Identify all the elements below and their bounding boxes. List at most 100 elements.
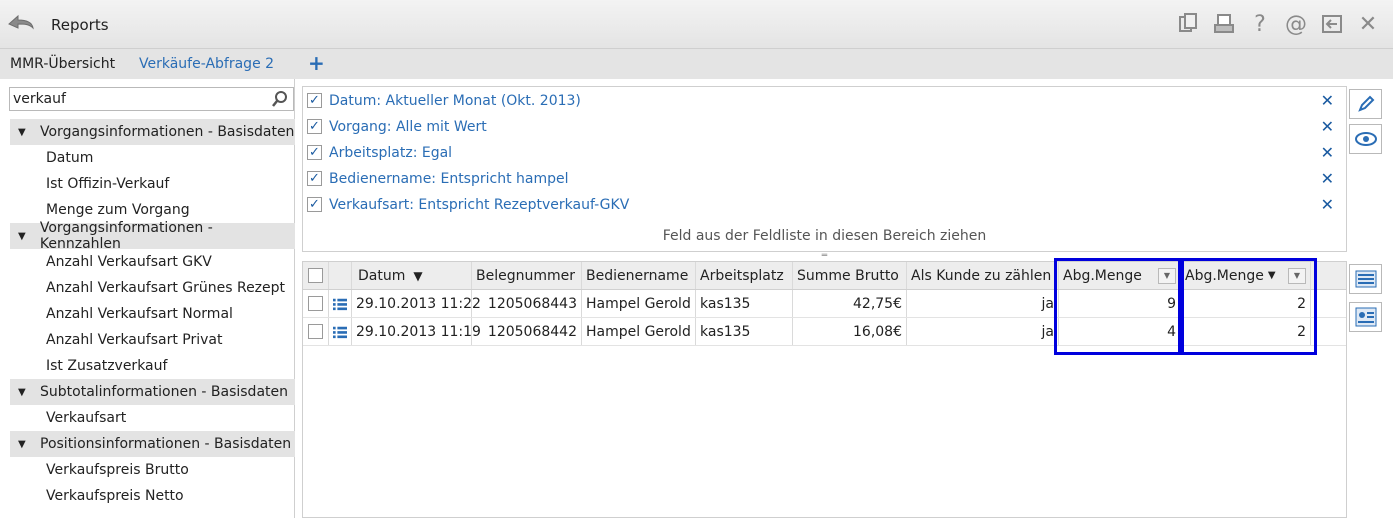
tree-group[interactable]: ▼ Positionsinformationen - Basisdaten xyxy=(10,431,295,457)
back-icon[interactable] xyxy=(6,10,36,36)
field-tree: ▼ Vorgangsinformationen - Basisdaten Datum… xyxy=(10,119,295,509)
cell-bedienername: Hampel Gerold xyxy=(582,318,696,345)
column-header-summe-brutto[interactable]: Summe Brutto xyxy=(793,262,907,289)
field-list-panel: verkauf ▼ Vorgangsinformationen - Basisda… xyxy=(5,79,295,518)
filter-text[interactable]: Datum: Aktueller Monat (Okt. 2013) xyxy=(329,93,581,109)
tree-field-item[interactable]: Anzahl Verkaufsart Privat xyxy=(10,327,295,353)
row-checkbox[interactable] xyxy=(308,296,323,311)
tree-field-item[interactable]: Ist Zusatzverkauf xyxy=(10,353,295,379)
cell-bedienername: Hampel Gerold xyxy=(582,290,696,317)
tab-verkaeufe-abfrage-2[interactable]: Verkäufe-Abfrage 2 xyxy=(139,56,274,72)
filter-row: ✓ Arbeitsplatz: Egal ✕ xyxy=(303,141,1346,167)
header-label-bedienername: Bedienername xyxy=(586,267,689,284)
filter-checkbox[interactable]: ✓ xyxy=(307,145,322,160)
tree-group-label: Positionsinformationen - Basisdaten xyxy=(40,436,292,452)
tab-bar: MMR-Übersicht Verkäufe-Abfrage 2 + xyxy=(0,49,1393,79)
tab-mmr-overview[interactable]: MMR-Übersicht xyxy=(10,56,115,72)
remove-filter-icon[interactable]: ✕ xyxy=(1321,169,1334,188)
row-checkbox-cell xyxy=(303,318,329,345)
caret-down-icon[interactable]: ▼ xyxy=(18,387,28,398)
tree-group-label: Subtotalinformationen - Basisdaten xyxy=(40,384,289,400)
list-view-icon xyxy=(1355,270,1376,288)
detail-list-icon[interactable] xyxy=(333,325,347,339)
cell-als-kunde: ja xyxy=(907,318,1059,345)
cell-datum: 29.10.2013 11:22 xyxy=(352,290,481,317)
tree-field-item[interactable]: Anzahl Verkaufsart Normal xyxy=(10,301,295,327)
column-header-bedienername[interactable]: Bedienername xyxy=(582,262,696,289)
add-tab-icon[interactable]: + xyxy=(308,51,325,75)
detail-list-icon[interactable] xyxy=(333,297,347,311)
close-icon[interactable]: ✕ xyxy=(1353,10,1383,38)
filter-checkbox[interactable]: ✓ xyxy=(307,197,322,212)
column-header-datum[interactable]: Datum ▼ xyxy=(352,262,472,289)
tree-group-label: Vorgangsinformationen - Kennzahlen xyxy=(39,220,213,252)
title-bar: Reports ? @ ✕ xyxy=(0,0,1393,49)
tree-field-item[interactable]: Datum xyxy=(10,145,295,171)
print-icon[interactable] xyxy=(1209,10,1239,38)
search-icon[interactable] xyxy=(271,90,289,108)
tree-group[interactable]: ▼ Vorgangsinformationen - Kennzahlen xyxy=(10,220,295,252)
remove-filter-icon[interactable]: ✕ xyxy=(1321,91,1334,110)
cell-summe-brutto: 42,75€ xyxy=(793,290,907,317)
caret-down-icon[interactable]: ▼ xyxy=(18,127,28,138)
filter-text[interactable]: Bedienername: Entspricht hampel xyxy=(329,171,569,187)
cell-datum: 29.10.2013 11:19 xyxy=(352,318,481,345)
column-header-arbeitsplatz[interactable]: Arbeitsplatz xyxy=(696,262,793,289)
row-checkbox[interactable] xyxy=(308,324,323,339)
at-icon[interactable]: @ xyxy=(1281,10,1311,38)
column-header-als-kunde[interactable]: Als Kunde zu zählen xyxy=(907,262,1059,289)
column-header-belegnummer[interactable]: Belegnummer xyxy=(472,262,582,289)
filter-text[interactable]: Vorgang: Alle mit Wert xyxy=(329,119,487,135)
caret-down-icon[interactable]: ▼ xyxy=(18,231,28,242)
tree-group[interactable]: ▼ Vorgangsinformationen - Basisdaten xyxy=(10,119,295,145)
tree-field-item[interactable]: Verkaufsart xyxy=(10,405,295,431)
tree-field-item[interactable]: Anzahl Verkaufsart Grünes Rezept xyxy=(10,275,295,301)
export-icon[interactable] xyxy=(1317,10,1347,38)
help-icon[interactable]: ? xyxy=(1245,10,1275,38)
cell-belegnummer: 1205068442 xyxy=(472,318,582,345)
filter-row: ✓ Verkaufsart: Entspricht Rezeptverkauf-G… xyxy=(303,193,1346,219)
tree-group-label: Vorgangsinformationen - Basisdaten xyxy=(40,124,295,140)
header-label-arbeitsplatz: Arbeitsplatz xyxy=(700,267,784,284)
header-label-summe-brutto: Summe Brutto xyxy=(797,267,899,284)
window-title: Reports xyxy=(51,16,109,34)
cell-als-kunde: ja xyxy=(907,290,1059,317)
edit-pencil-button[interactable] xyxy=(1349,89,1382,119)
tree-field-item[interactable]: Anzahl Verkaufsart GKV xyxy=(10,249,295,275)
filter-text[interactable]: Arbeitsplatz: Egal xyxy=(329,145,452,161)
header-label-als-kunde: Als Kunde zu zählen xyxy=(911,267,1052,284)
cell-arbeitsplatz: kas135 xyxy=(696,318,793,345)
copy-icon[interactable] xyxy=(1173,10,1203,38)
tree-group[interactable]: ▼ Subtotalinformationen - Basisdaten xyxy=(10,379,295,405)
card-view-button[interactable] xyxy=(1349,302,1382,332)
tree-field-item[interactable]: Verkaufspreis Brutto xyxy=(10,457,295,483)
filter-checkbox[interactable]: ✓ xyxy=(307,171,322,186)
list-view-button[interactable] xyxy=(1349,264,1382,294)
card-view-icon xyxy=(1355,307,1376,327)
remove-filter-icon[interactable]: ✕ xyxy=(1321,143,1334,162)
filter-panel: Feld aus der Feldliste in diesen Bereich… xyxy=(302,86,1347,252)
select-all-checkbox-cell xyxy=(303,262,329,289)
remove-filter-icon[interactable]: ✕ xyxy=(1321,195,1334,214)
highlight-box-abg-menge-1 xyxy=(1054,258,1181,355)
row-detail-cell xyxy=(329,318,352,345)
select-all-checkbox[interactable] xyxy=(308,268,323,283)
highlight-box-abg-menge-2 xyxy=(1181,258,1317,355)
cell-belegnummer: 1205068443 xyxy=(472,290,582,317)
filter-text[interactable]: Verkaufsart: Entspricht Rezeptverkauf-GK… xyxy=(329,197,629,213)
field-search-input[interactable]: verkauf xyxy=(9,87,294,111)
preview-eye-button[interactable] xyxy=(1349,124,1382,154)
eye-icon xyxy=(1354,132,1377,146)
drop-hint: Feld aus der Feldliste in diesen Bereich… xyxy=(662,228,987,244)
tree-field-item[interactable]: Ist Offizin-Verkauf xyxy=(10,171,295,197)
filter-checkbox[interactable]: ✓ xyxy=(307,119,322,134)
filter-row: ✓ Vorgang: Alle mit Wert ✕ xyxy=(303,115,1346,141)
sort-desc-icon: ▼ xyxy=(413,268,423,283)
header-label-datum: Datum xyxy=(358,267,406,284)
caret-down-icon[interactable]: ▼ xyxy=(18,439,28,450)
filter-checkbox[interactable]: ✓ xyxy=(307,93,322,108)
remove-filter-icon[interactable]: ✕ xyxy=(1321,117,1334,136)
row-detail-cell xyxy=(329,290,352,317)
search-value: verkauf xyxy=(13,91,66,107)
tree-field-item[interactable]: Verkaufspreis Netto xyxy=(10,483,295,509)
